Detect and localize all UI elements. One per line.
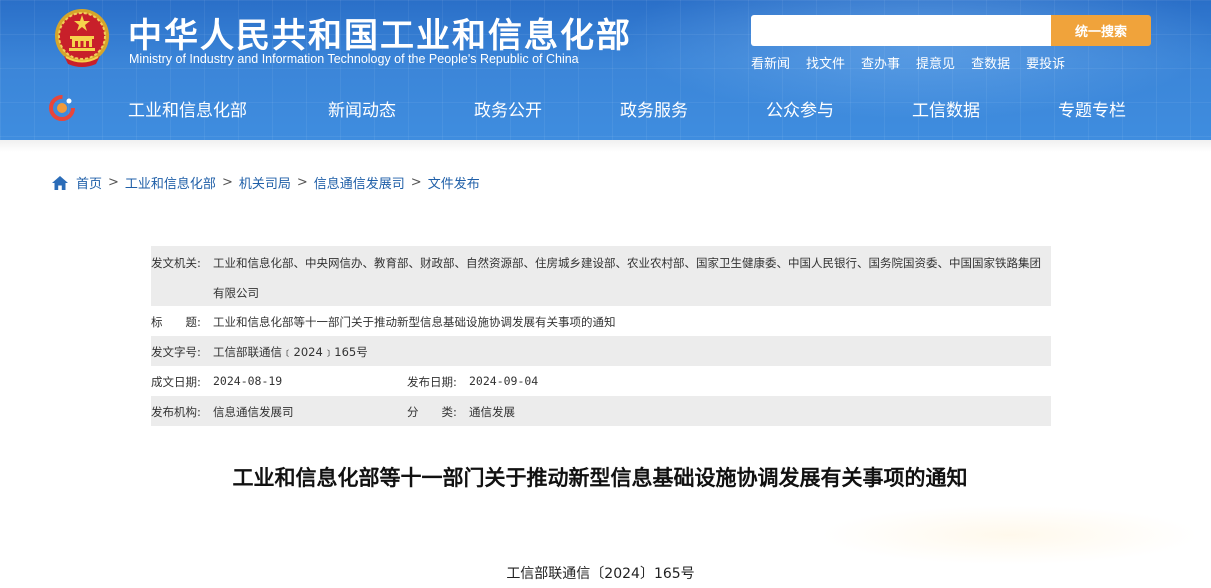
- header-divider: [0, 140, 1211, 152]
- site-title: 中华人民共和国工业和信息化部: [128, 16, 632, 56]
- main-nav: 工业和信息化部 新闻动态 政务公开 政务服务 公众参与 工信数据 专题专栏: [0, 86, 1211, 130]
- published-date-value: 2024-09-04: [469, 374, 539, 388]
- info-row-title: 标 题: 工业和信息化部等十一部门关于推动新型信息基础设施协调发展有关事项的通知: [151, 306, 1051, 336]
- document-info-table: 发文机关: 工业和信息化部、中央网信办、教育部、财政部、自然资源部、住房城乡建设…: [151, 246, 1051, 426]
- quick-link-data[interactable]: 查数据: [971, 53, 1010, 72]
- background-glare: [820, 505, 1200, 565]
- nav-item-public-participation[interactable]: 公众参与: [766, 96, 834, 121]
- breadcrumb-separator: >: [296, 175, 308, 190]
- issuer-label: 发文机关:: [151, 256, 201, 270]
- title-label: 标 题:: [151, 315, 201, 329]
- quick-links: 看新闻 找文件 查办事 提意见 查数据 要投诉: [751, 53, 1081, 72]
- nav-item-government-affairs[interactable]: 政务公开: [474, 96, 542, 121]
- title-value: 工业和信息化部等十一部门关于推动新型信息基础设施协调发展有关事项的通知: [213, 315, 616, 329]
- national-emblem-icon[interactable]: [52, 6, 112, 70]
- breadcrumb-separator: >: [221, 175, 233, 190]
- breadcrumb: 首页 > 工业和信息化部 > 机关司局 > 信息通信发展司 > 文件发布: [52, 173, 480, 192]
- search-button[interactable]: 统一搜索: [1051, 15, 1151, 46]
- breadcrumb-separator: >: [108, 175, 119, 190]
- info-row-docno: 发文字号: 工信部联通信﹝2024﹞165号: [151, 336, 1051, 366]
- info-row-issuer: 发文机关: 工业和信息化部、中央网信办、教育部、财政部、自然资源部、住房城乡建设…: [151, 246, 1051, 306]
- breadcrumb-separator: >: [410, 175, 422, 190]
- published-date-label: 发布日期:: [407, 375, 457, 389]
- info-row-org: 发布机构: 信息通信发展司 分 类: 通信发展: [151, 396, 1051, 426]
- category-label: 分 类:: [407, 405, 457, 419]
- breadcrumb-file-release[interactable]: 文件发布: [428, 173, 480, 192]
- created-date-value: 2024-08-19: [213, 374, 283, 388]
- created-date-label: 成文日期:: [151, 375, 201, 389]
- issuer-value: 工业和信息化部、中央网信办、教育部、财政部、自然资源部、住房城乡建设部、农业农村…: [213, 256, 1041, 300]
- nav-item-government-services[interactable]: 政务服务: [620, 96, 688, 121]
- site-header: 中华人民共和国工业和信息化部 Ministry of Industry and …: [0, 0, 1211, 140]
- docno-value: 工信部联通信﹝2024﹞165号: [213, 345, 368, 359]
- article-doc-number: 工信部联通信〔2024〕165号: [506, 566, 695, 582]
- quick-link-feedback[interactable]: 提意见: [916, 53, 955, 72]
- nav-item-ministry[interactable]: 工业和信息化部: [128, 96, 247, 121]
- site-subtitle: Ministry of Industry and Information Tec…: [129, 52, 579, 66]
- category-value: 通信发展: [469, 405, 515, 419]
- miit-logo-icon[interactable]: [49, 95, 75, 121]
- quick-link-files[interactable]: 找文件: [806, 53, 845, 72]
- org-label: 发布机构:: [151, 405, 201, 419]
- nav-item-special-topics[interactable]: 专题专栏: [1058, 96, 1126, 121]
- breadcrumb-departments[interactable]: 机关司局: [239, 173, 291, 192]
- breadcrumb-ict-department[interactable]: 信息通信发展司: [314, 173, 405, 192]
- nav-item-data[interactable]: 工信数据: [912, 96, 980, 121]
- home-icon[interactable]: [52, 175, 68, 190]
- breadcrumb-ministry[interactable]: 工业和信息化部: [125, 173, 216, 192]
- info-row-dates: 成文日期: 2024-08-19 发布日期: 2024-09-04: [151, 366, 1051, 396]
- quick-link-news[interactable]: 看新闻: [751, 53, 790, 72]
- nav-item-news[interactable]: 新闻动态: [328, 96, 396, 121]
- quick-link-complaint[interactable]: 要投诉: [1026, 53, 1065, 72]
- search-input[interactable]: [751, 15, 1051, 46]
- breadcrumb-home[interactable]: 首页: [76, 173, 102, 192]
- org-value: 信息通信发展司: [213, 405, 294, 419]
- quick-link-services[interactable]: 查办事: [861, 53, 900, 72]
- docno-label: 发文字号:: [151, 345, 201, 359]
- article-title: 工业和信息化部等十一部门关于推动新型信息基础设施协调发展有关事项的通知: [232, 466, 968, 490]
